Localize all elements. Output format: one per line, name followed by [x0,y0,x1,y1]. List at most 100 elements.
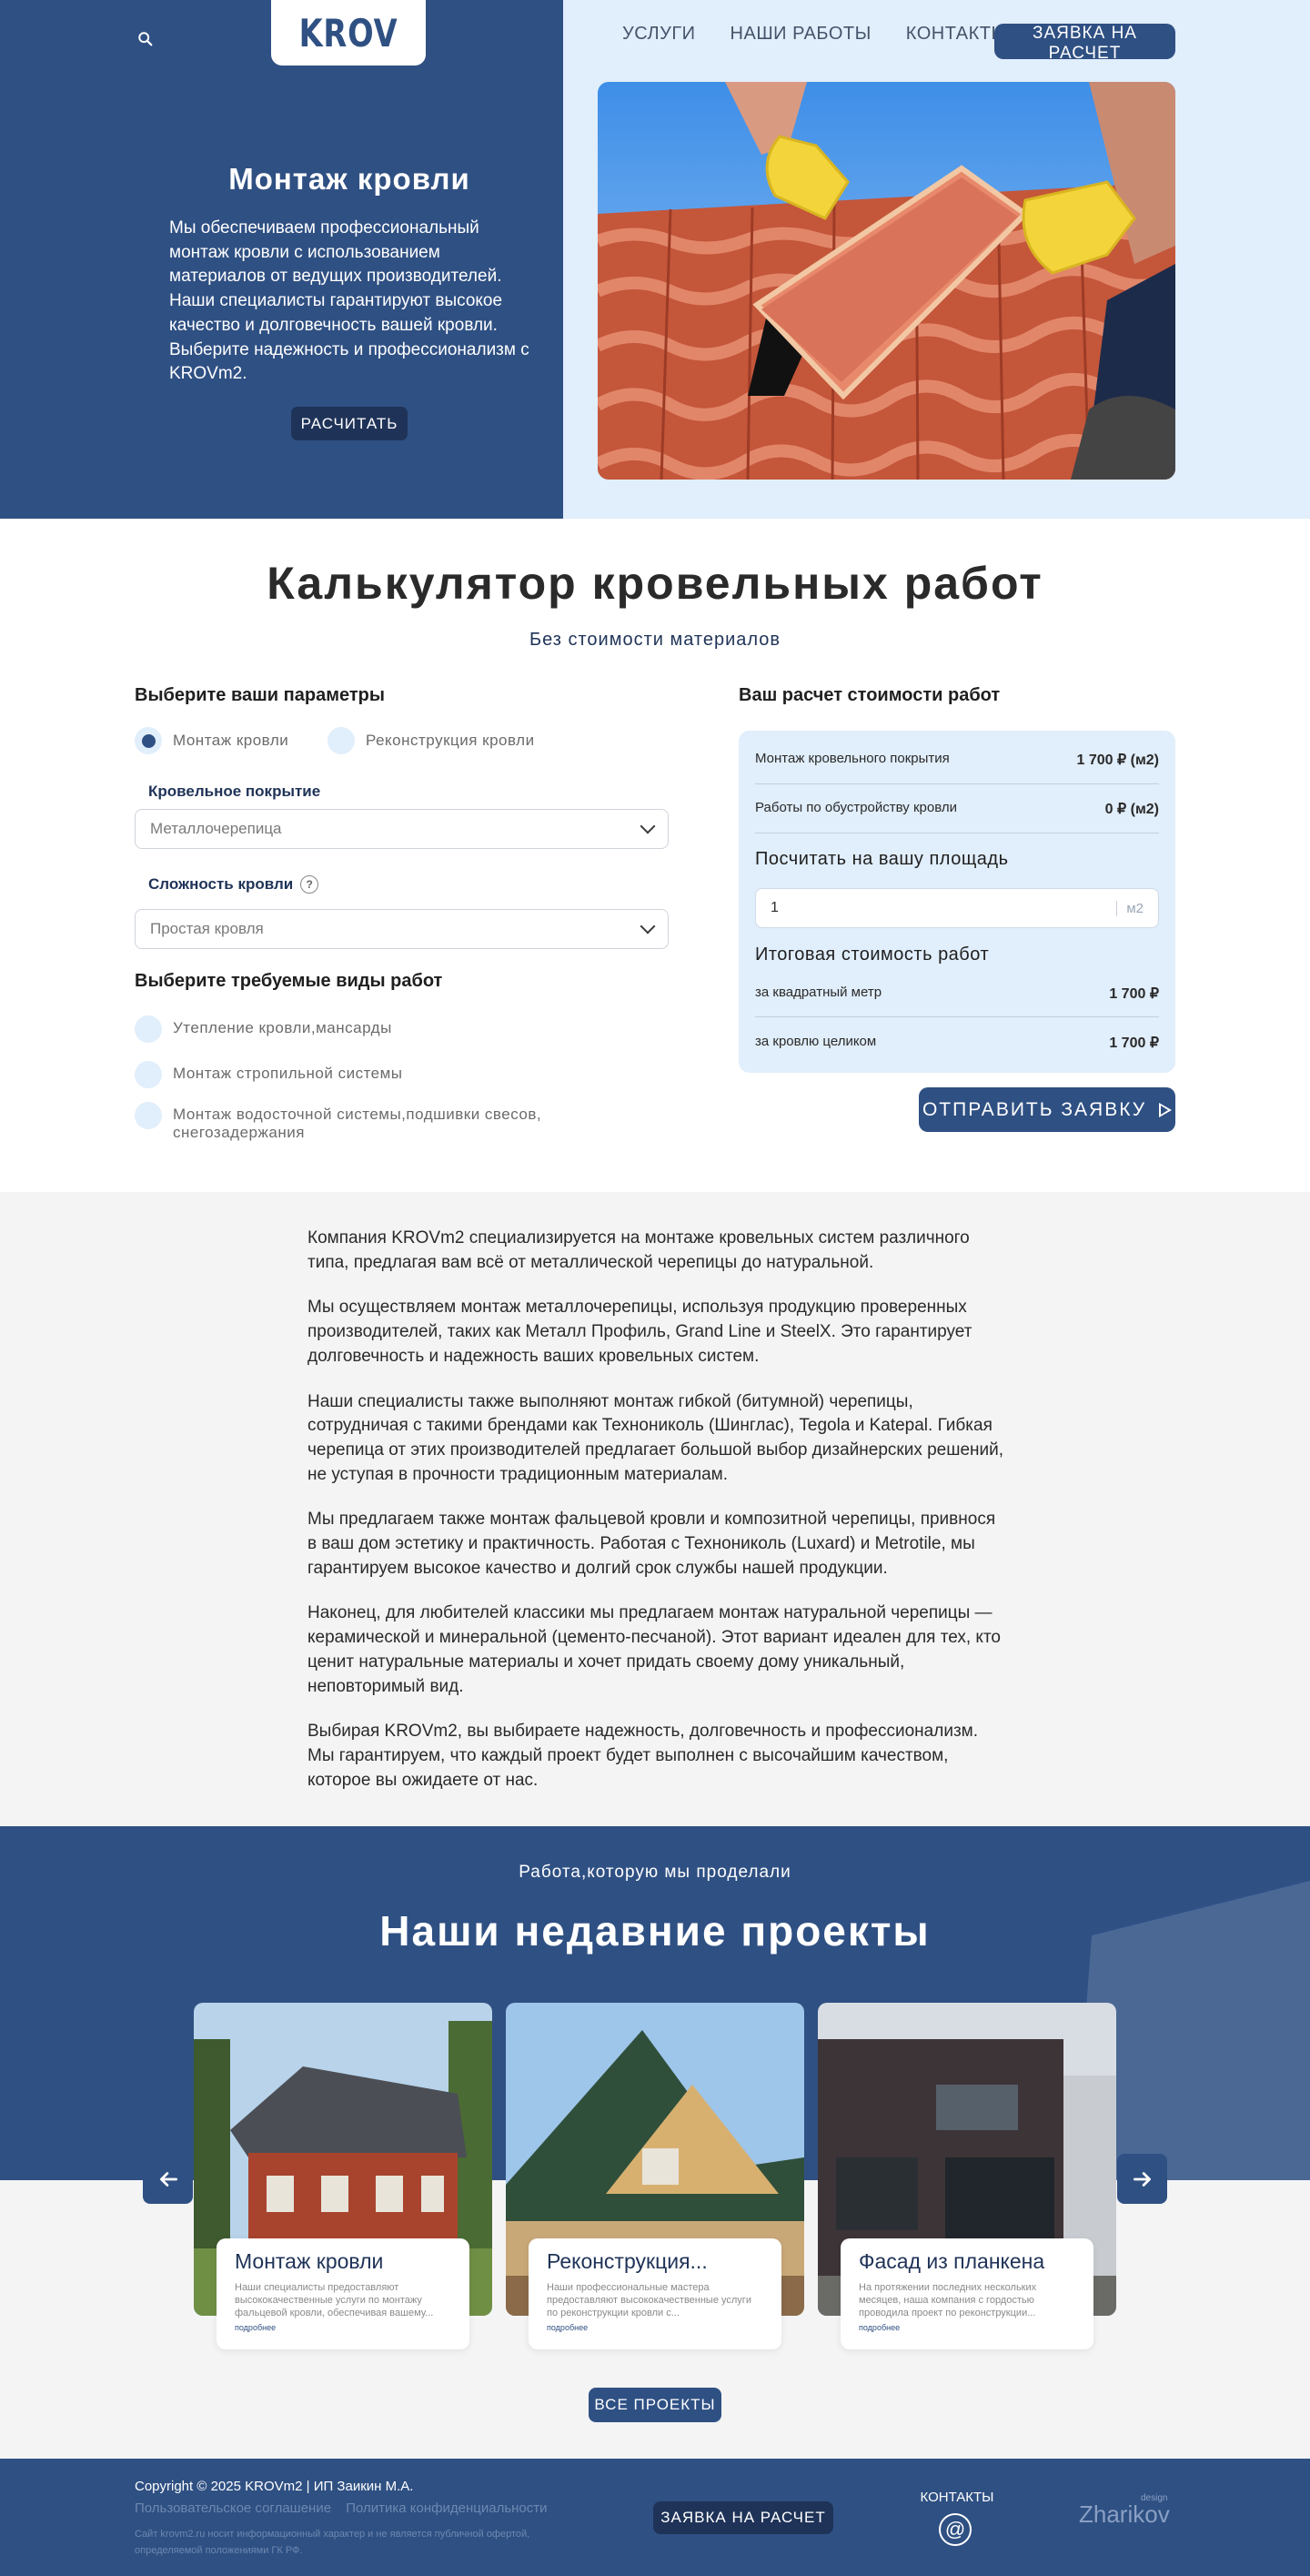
about-paragraph: Компания KROVm2 специализируется на монт… [307,1228,970,1272]
work-option-drainage[interactable]: Монтаж водосточной системы,подшивки свес… [135,1102,562,1142]
about-paragraph: Выбирая KROVm2, вы выбираете надежность,… [307,1722,978,1790]
checkbox[interactable] [135,1102,162,1129]
nav-link-works[interactable]: НАШИ РАБОТЫ [731,24,872,45]
chevron-down-icon [640,918,656,934]
email-icon[interactable]: @ [939,2513,972,2546]
arrow-right-icon [1133,2171,1151,2187]
send-arrow-icon [1159,1102,1173,1117]
project-card-title: Фасад из планкена [859,2249,1045,2273]
radio-roof-reconstruction[interactable]: Реконструкция кровли [328,727,535,754]
header-request-button[interactable]: ЗАЯВКА НА РАСЧЕТ [994,24,1175,63]
projects-subtitle: Работа,которую мы проделали [519,1863,791,1882]
designer-tag: design [1141,2493,1168,2503]
area-input[interactable]: 1 м2 [755,888,1159,928]
footer: Copyright © 2025 KROVm2 | ИП Заикин М.А.… [0,2459,1310,2576]
calculator-section: Калькулятор кровельных работ Без стоимос… [0,519,1310,1192]
project-card[interactable]: Монтаж кровли Наши специалисты предостав… [194,2003,492,2349]
work-option-label: Утепление кровли,мансарды [173,1019,392,1036]
result-row-label: Монтаж кровельного покрытия [755,751,950,766]
project-card-more-link[interactable]: подробнее [547,2323,763,2332]
about-text: Компания KROVm2 специализируется на монт… [307,1227,1008,1813]
work-option-insulation[interactable]: Утепление кровли,мансарды [135,1015,392,1043]
arrow-left-icon [159,2171,177,2187]
total-row-value: 1 700 ₽ [1109,1035,1159,1051]
calculator-subtitle: Без стоимости материалов [529,630,781,650]
total-row-label: за квадратный метр [755,985,882,1000]
copyright: Copyright © 2025 KROVm2 | ИП Заикин М.А. [135,2479,414,2494]
about-paragraph: Мы осуществляем монтаж металлочерепицы, … [307,1298,972,1366]
area-unit: м2 [1116,900,1144,916]
carousel-prev-button[interactable] [143,2154,193,2204]
radio-label: Реконструкция кровли [366,732,535,749]
project-card-more-link[interactable]: подробнее [859,2323,1075,2332]
area-heading: Посчитать на вашу площадь [755,849,1009,869]
projects-title: Наши недавние проекты [379,1907,931,1955]
result-row-value: 0 ₽ (м2) [1104,802,1159,817]
checkbox[interactable] [135,1015,162,1043]
result-row-label: Работы по обустройству кровли [755,800,957,815]
hero-roof-image [598,82,1175,480]
hero-description: Мы обеспечиваем профессиональный монтаж … [169,218,529,384]
about-paragraph: Наши специалисты также выполняют монтаж … [307,1391,1004,1484]
radio-label: Монтаж кровли [173,732,289,749]
result-row: Монтаж кровельного покрытия 1 700 ₽ (м2) [755,751,1159,769]
result-row: Работы по обустройству кровли 0 ₽ (м2) [755,800,1159,818]
project-card-more-link[interactable]: подробнее [235,2323,451,2332]
project-card-description: Наши профессиональные мастера предоставл… [547,2282,751,2318]
result-panel: Монтаж кровельного покрытия 1 700 ₽ (м2)… [739,731,1175,1073]
divider [755,783,1159,784]
total-row: за кровлю целиком 1 700 ₽ [755,1034,1159,1052]
footer-links: Пользовательское соглашение Политика кон… [135,2500,559,2516]
checkbox[interactable] [135,1061,162,1088]
user-agreement-link[interactable]: Пользовательское соглашение [135,2500,331,2516]
project-card-info: Реконструкция... Наши профессиональные м… [529,2238,781,2349]
send-request-button[interactable]: ОТПРАВИТЬ ЗАЯВКУ [919,1087,1175,1132]
logo[interactable]: KROV [271,0,426,66]
search-icon [138,31,153,45]
nav-link-services[interactable]: УСЛУГИ [622,24,696,45]
nav-link-contacts[interactable]: КОНТАКТЫ [906,24,1008,45]
total-row-value: 1 700 ₽ [1109,986,1159,1002]
covering-select-value: Металлочерепица [150,820,282,837]
complexity-label-text: Сложность кровли [148,875,294,893]
project-card-info: Фасад из планкена На протяжении последни… [841,2238,1093,2349]
total-heading: Итоговая стоимость работ [755,945,990,965]
send-request-label: ОТПРАВИТЬ ЗАЯВКУ [922,1098,1147,1120]
hero-calculate-button[interactable]: РАСЧИТАТЬ [291,407,408,440]
hero-title: Монтаж кровли [228,162,470,196]
designer-name: Zharikov [1079,2500,1170,2528]
covering-select[interactable]: Металлочерепица [135,809,669,849]
project-card[interactable]: Реконструкция... Наши профессиональные м… [506,2003,804,2349]
total-row: за квадратный метр 1 700 ₽ [755,985,1159,1003]
project-card[interactable]: Фасад из планкена На протяжении последни… [818,2003,1116,2349]
about-section: Компания KROVm2 специализируется на монт… [0,1192,1310,1826]
logo-text: KROV [298,10,398,56]
work-option-label: Монтаж водосточной системы,подшивки свес… [173,1106,542,1141]
about-paragraph: Мы предлагаем также монтаж фальцевой кро… [307,1510,996,1578]
radio-dot-checked[interactable] [135,727,162,754]
covering-label-text: Кровельное покрытие [148,783,321,800]
radio-dot[interactable] [328,727,355,754]
project-card-description: На протяжении последних нескольких месяц… [859,2282,1037,2318]
complexity-select-value: Простая кровля [150,920,264,937]
radio-roof-installation[interactable]: Монтаж кровли [135,727,288,754]
help-icon[interactable]: ? [300,875,319,894]
hero-section: KROV УСЛУГИ НАШИ РАБОТЫ КОНТАКТЫ ЗАЯВКА … [0,0,1310,519]
project-card-description: Наши специалисты предоставляют высококач… [235,2282,434,2318]
footer-request-button[interactable]: ЗАЯВКА НА РАСЧЕТ [653,2501,833,2534]
complexity-select[interactable]: Простая кровля [135,909,669,949]
params-heading: Выберите ваши параметры [135,685,385,705]
designer-credit[interactable]: Zharikov design [1079,2493,1170,2529]
footer-contacts-label: КОНТАКТЫ [920,2490,994,2505]
chevron-down-icon [640,818,656,834]
carousel-next-button[interactable] [1117,2154,1167,2204]
privacy-policy-link[interactable]: Политика конфиденциальности [346,2500,547,2516]
work-option-rafters[interactable]: Монтаж стропильной системы [135,1061,403,1088]
all-projects-button[interactable]: ВСЕ ПРОЕКТЫ [589,2388,721,2422]
main-nav: УСЛУГИ НАШИ РАБОТЫ КОНТАКТЫ [622,24,1043,45]
covering-label: Кровельное покрытие [148,783,320,801]
about-paragraph: Наконец, для любителей классики мы предл… [307,1603,1002,1696]
area-input-value: 1 [771,900,779,915]
search-button[interactable] [135,29,156,51]
work-option-label: Монтаж стропильной системы [173,1065,403,1082]
